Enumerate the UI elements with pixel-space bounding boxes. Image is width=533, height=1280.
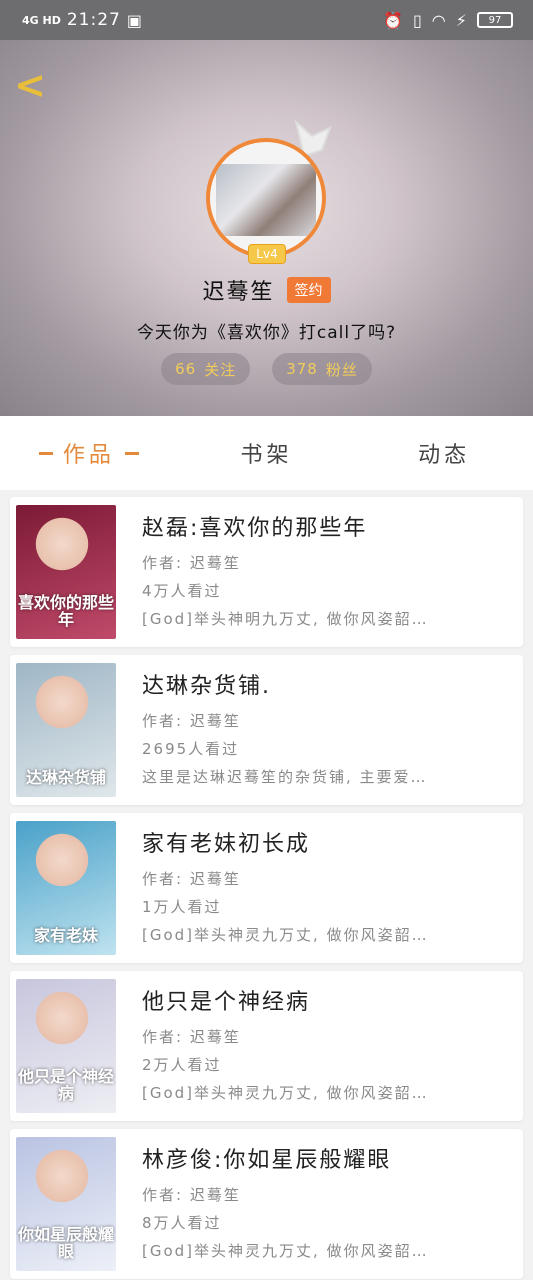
name-row: 迟蓦笙 签约 <box>0 272 533 308</box>
cover-title: 家有老妹 <box>33 926 98 946</box>
wifi-icon: ◠ <box>431 10 446 30</box>
book-description: [God]举头神明九万丈, 做你风姿韶… <box>142 610 429 628</box>
status-right: ⏰ ▯ ◠ ⚡ 97 <box>383 11 513 30</box>
following-label: 关注 <box>204 360 237 379</box>
back-button[interactable]: < <box>12 66 48 106</box>
book-card[interactable]: 达琳杂货铺 达琳杂货铺. 作者: 迟蓦笙 2695人看过 这里是达琳迟蓦笙的杂货… <box>10 655 523 805</box>
followers-button[interactable]: 378 粉丝 <box>272 353 372 385</box>
followers-count: 378 <box>286 360 318 378</box>
book-author: 作者: 迟蓦笙 <box>142 712 241 730</box>
book-author: 作者: 迟蓦笙 <box>142 554 241 572</box>
following-button[interactable]: 66 关注 <box>161 353 251 385</box>
book-list: 喜欢你的那些年 赵磊:喜欢你的那些年 作者: 迟蓦笙 4万人看过 [God]举头… <box>10 497 523 1280</box>
book-card[interactable]: 家有老妹 家有老妹初长成 作者: 迟蓦笙 1万人看过 [God]举头神灵九万丈,… <box>10 813 523 963</box>
book-card[interactable]: 他只是个神经病 他只是个神经病 作者: 迟蓦笙 2万人看过 [God]举头神灵九… <box>10 971 523 1121</box>
cover-title: 你如星辰般耀眼 <box>17 1224 114 1262</box>
book-info: 林彦俊:你如星辰般耀眼 作者: 迟蓦笙 8万人看过 [God]举头神灵九万丈, … <box>142 1143 509 1265</box>
book-description: 这里是达琳迟蓦笙的杂货铺, 主要爱… <box>142 768 428 786</box>
status-time: 21:27 <box>66 10 121 30</box>
book-author: 作者: 迟蓦笙 <box>142 1028 241 1046</box>
tab-activity-label: 动态 <box>418 443 471 468</box>
book-card[interactable]: 你如星辰般耀眼 林彦俊:你如星辰般耀眼 作者: 迟蓦笙 8万人看过 [God]举… <box>10 1129 523 1279</box>
cover-figure <box>34 675 90 735</box>
book-card[interactable]: 喜欢你的那些年 赵磊:喜欢你的那些年 作者: 迟蓦笙 4万人看过 [God]举头… <box>10 497 523 647</box>
signed-badge: 签约 <box>286 277 331 303</box>
status-left: 4G HD 21:27 ▣ <box>22 10 142 30</box>
book-title[interactable]: 赵磊:喜欢你的那些年 <box>142 511 509 547</box>
following-count: 66 <box>175 360 197 378</box>
book-cover[interactable]: 达琳杂货铺 <box>16 663 116 797</box>
book-description: [God]举头神灵九万丈, 做你风姿韶… <box>142 1084 429 1102</box>
cover-figure <box>34 833 90 893</box>
book-views: 4万人看过 <box>142 582 222 600</box>
battery-icon: 97 <box>477 12 513 28</box>
book-views: 2万人看过 <box>142 1056 222 1074</box>
signal-icon: 4G HD <box>22 13 61 27</box>
alarm-icon: ⏰ <box>383 10 403 30</box>
tab-works[interactable]: 作品 <box>0 437 178 469</box>
tab-bookshelf[interactable]: 书架 <box>178 437 356 469</box>
user-bio: 今天你为《喜欢你》打call了吗? <box>136 323 397 343</box>
cover-title: 喜欢你的那些年 <box>17 592 114 630</box>
level-badge: Lv4 <box>248 244 286 264</box>
book-cover[interactable]: 喜欢你的那些年 <box>16 505 116 639</box>
tab-activity[interactable]: 动态 <box>355 437 533 469</box>
book-title[interactable]: 家有老妹初长成 <box>142 827 509 863</box>
book-description: [God]举头神灵九万丈, 做你风姿韶… <box>142 1242 429 1260</box>
tab-indicator-right <box>124 451 139 455</box>
book-author: 作者: 迟蓦笙 <box>142 1186 241 1204</box>
avatar-image <box>216 164 316 236</box>
tab-works-label: 作品 <box>62 443 115 468</box>
cover-title: 达琳杂货铺 <box>25 768 106 788</box>
cover-figure <box>34 1149 90 1209</box>
book-description: [God]举头神灵九万丈, 做你风姿韶… <box>142 926 429 944</box>
cover-title: 他只是个神经病 <box>17 1066 114 1104</box>
tab-bar: 作品 书架 动态 <box>0 416 533 490</box>
book-title[interactable]: 他只是个神经病 <box>142 985 509 1021</box>
cover-figure <box>34 991 90 1051</box>
charging-icon: ⚡ <box>455 10 467 30</box>
book-title[interactable]: 林彦俊:你如星辰般耀眼 <box>142 1143 509 1179</box>
cover-figure <box>34 517 90 577</box>
profile-header: < Lv4 迟蓦笙 签约 今天你为《喜欢你》打call了吗? 66 关注 378… <box>0 40 533 416</box>
book-views: 1万人看过 <box>142 898 222 916</box>
book-views: 2695人看过 <box>142 740 240 758</box>
tab-indicator-left <box>38 451 53 455</box>
book-info: 赵磊:喜欢你的那些年 作者: 迟蓦笙 4万人看过 [God]举头神明九万丈, 做… <box>142 511 509 633</box>
book-author: 作者: 迟蓦笙 <box>142 870 241 888</box>
back-chevron-icon: < <box>14 63 46 107</box>
book-cover[interactable]: 家有老妹 <box>16 821 116 955</box>
followers-label: 粉丝 <box>325 360 358 379</box>
stats-row: 66 关注 378 粉丝 <box>0 353 533 385</box>
image-notification-icon: ▣ <box>126 10 142 30</box>
book-info: 家有老妹初长成 作者: 迟蓦笙 1万人看过 [God]举头神灵九万丈, 做你风姿… <box>142 827 509 949</box>
book-info: 他只是个神经病 作者: 迟蓦笙 2万人看过 [God]举头神灵九万丈, 做你风姿… <box>142 985 509 1107</box>
book-views: 8万人看过 <box>142 1214 222 1232</box>
book-cover[interactable]: 你如星辰般耀眼 <box>16 1137 116 1271</box>
book-info: 达琳杂货铺. 作者: 迟蓦笙 2695人看过 这里是达琳迟蓦笙的杂货铺, 主要爱… <box>142 669 509 791</box>
book-cover[interactable]: 他只是个神经病 <box>16 979 116 1113</box>
status-bar: 4G HD 21:27 ▣ ⏰ ▯ ◠ ⚡ 97 <box>0 0 533 40</box>
book-title[interactable]: 达琳杂货铺. <box>142 669 509 705</box>
vibrate-icon: ▯ <box>412 10 422 30</box>
avatar[interactable] <box>206 138 326 258</box>
tab-bookshelf-label: 书架 <box>240 443 293 468</box>
user-name: 迟蓦笙 <box>202 280 275 305</box>
